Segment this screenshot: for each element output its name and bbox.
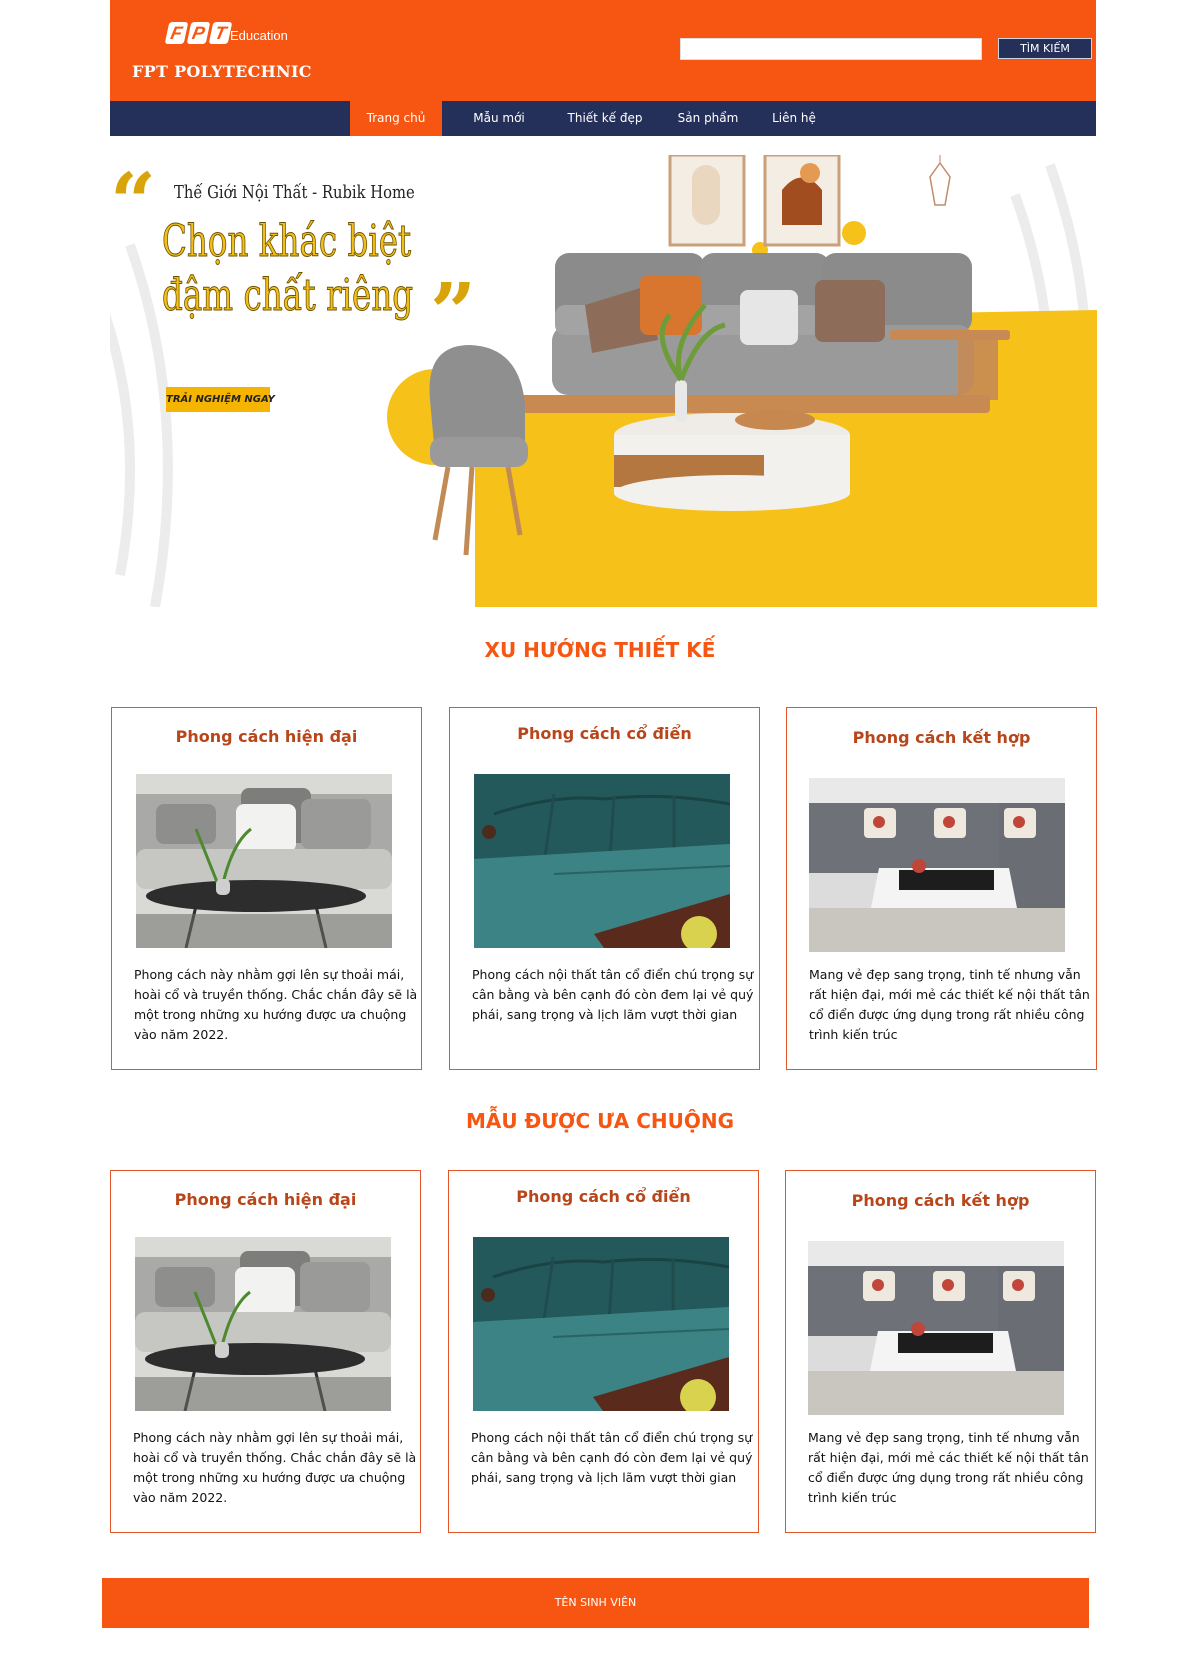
main-nav: Trang chủ Mẫu mới Thiết kế đẹp Sản phẩm …: [110, 101, 1096, 136]
nav-item-beautiful-designs[interactable]: Thiết kế đẹp: [558, 101, 652, 136]
card-title: Phong cách kết hợp: [852, 728, 1031, 747]
banner-title: Chọn khác biệt đậm chất riêng: [162, 215, 414, 323]
banner-title-line2: đậm chất riêng: [162, 270, 414, 322]
site-header: F P T Education FPT POLYTECHNIC TÌM KIẾM: [110, 0, 1096, 101]
logo-letter-t: T: [208, 22, 233, 44]
nav-item-home[interactable]: Trang chủ: [350, 101, 442, 136]
site-footer: TÊN SINH VIÊN: [102, 1578, 1089, 1628]
banner-subtitle: Thế Giới Nội Thất - Rubik Home: [174, 182, 415, 203]
search-button[interactable]: TÌM KIẾM: [998, 38, 1092, 59]
card-title: Phong cách cổ điển: [516, 1187, 691, 1206]
card-description: Phong cách nội thất tân cổ điển chú trọn…: [471, 1430, 753, 1485]
card-modern-style[interactable]: Phong cách hiện đại Phong cách này nhằm …: [111, 707, 422, 1070]
hero-banner: “ ” Thế Giới Nội Thất - Rubik Home Chọn …: [110, 155, 1097, 607]
card-title: Phong cách hiện đại: [174, 1190, 357, 1209]
card-title: Phong cách kết hợp: [851, 1191, 1030, 1210]
logo-letter-f: F: [164, 22, 189, 44]
svg-text:”: ”: [430, 265, 476, 359]
card-image-modern-sofa: [135, 1237, 391, 1411]
search-input[interactable]: [680, 38, 982, 60]
section-title-popular-models: MẪU ĐƯỢC ƯA CHUỘNG: [465, 1109, 735, 1133]
card-image-mixed-style-sofa: [808, 1241, 1064, 1415]
banner-title-line1: Chọn khác biệt: [162, 216, 412, 268]
nav-item-products[interactable]: Sản phẩm: [670, 101, 746, 136]
card-description: Phong cách này nhằm gợi lên sự thoải mái…: [133, 1430, 417, 1505]
card-modern-style[interactable]: Phong cách hiện đại Phong cách này nhằm …: [110, 1170, 421, 1533]
logo-polytechnic-label: FPT POLYTECHNIC: [132, 62, 312, 81]
nav-item-contact[interactable]: Liên hệ: [762, 101, 826, 136]
card-mixed-style[interactable]: Phong cách kết hợp Mang vẻ đẹp sang trọn…: [785, 1170, 1096, 1533]
nav-item-new-models[interactable]: Mẫu mới: [458, 101, 540, 136]
card-image-modern-sofa: [136, 774, 392, 948]
card-mixed-style[interactable]: Phong cách kết hợp Mang vẻ đẹp sang trọn…: [786, 707, 1097, 1070]
logo-education-label: Education: [230, 28, 288, 43]
card-title: Phong cách cổ điển: [517, 724, 692, 743]
fpt-polytechnic-logo[interactable]: F P T Education FPT POLYTECHNIC: [132, 18, 332, 88]
card-image-classic-leather-sofa: [474, 774, 730, 948]
card-description: Mang vẻ đẹp sang trọng, tinh tế nhưng vẫ…: [809, 967, 1090, 1042]
card-image-mixed-style-sofa: [809, 778, 1065, 952]
banner-cta-button[interactable]: TRẢI NGHIỆM NGAY: [166, 387, 275, 412]
svg-text:“: “: [110, 155, 156, 249]
card-description: Phong cách này nhằm gợi lên sự thoải mái…: [134, 967, 418, 1042]
card-description: Phong cách nội thất tân cổ điển chú trọn…: [472, 967, 754, 1022]
card-classic-style[interactable]: Phong cách cổ điển Phong cách nội thất t…: [449, 707, 760, 1070]
fpt-logo-mark: F P T: [164, 22, 233, 44]
card-title: Phong cách hiện đại: [175, 727, 358, 746]
logo-letter-p: P: [186, 22, 211, 44]
footer-student-name: TÊN SINH VIÊN: [554, 1596, 637, 1609]
card-classic-style[interactable]: Phong cách cổ điển Phong cách nội thất t…: [448, 1170, 759, 1533]
card-description: Mang vẻ đẹp sang trọng, tinh tế nhưng vẫ…: [808, 1430, 1089, 1505]
card-image-classic-leather-sofa: [473, 1237, 729, 1411]
section-title-design-trends: XU HƯỚNG THIẾT KẾ: [484, 638, 716, 662]
